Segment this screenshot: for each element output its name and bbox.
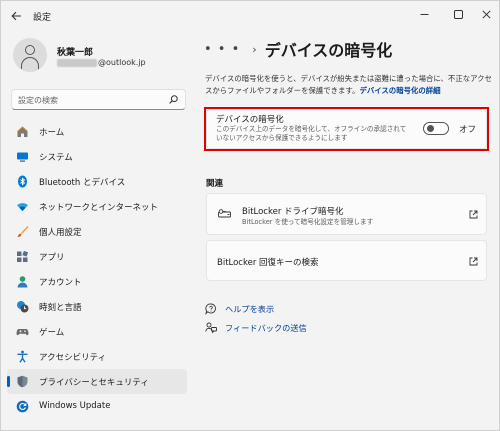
bitlocker-recovery-card[interactable]: BitLocker 回復キーの検索 — [206, 240, 487, 281]
sidebar-item-label: プライバシーとセキュリティ — [39, 378, 149, 388]
home-icon — [17, 126, 28, 137]
avatar-body-icon — [21, 57, 39, 69]
drive-key-icon — [218, 209, 231, 218]
user-email: @outlook.jp — [57, 58, 146, 67]
avatar[interactable] — [13, 38, 47, 72]
description-text: デバイスの暗号化を使うと、デバイスが紛失または盗難に遭った場合に、不正なアクセス… — [205, 74, 492, 95]
learn-more-link[interactable]: デバイスの暗号化の詳細 — [359, 86, 440, 95]
sidebar-item-windows-update[interactable]: Windows Update — [7, 394, 187, 419]
system-icon — [17, 152, 28, 162]
sidebar-item-time-language[interactable]: 時刻と言語 — [7, 294, 187, 319]
toggle-state-label: オフ — [459, 125, 477, 135]
sidebar-item-label: ネットワークとインターネット — [39, 203, 159, 213]
sidebar-item-label: 時刻と言語 — [39, 303, 82, 313]
sidebar-item-privacy-security[interactable]: プライバシーとセキュリティ — [7, 369, 187, 394]
back-button[interactable] — [7, 7, 25, 25]
maximize-icon — [453, 9, 463, 19]
sidebar-item-label: 個人用設定 — [39, 228, 82, 238]
recovery-card-title: BitLocker 回復キーの検索 — [217, 258, 319, 268]
feedback-icon — [205, 322, 217, 334]
avatar-head-icon — [25, 45, 35, 55]
related-section-label: 関連 — [206, 179, 224, 189]
breadcrumb: • • • › デバイスの暗号化 — [204, 37, 392, 61]
sidebar-item-accessibility[interactable]: アクセシビリティ — [7, 344, 187, 369]
brush-icon — [17, 226, 29, 237]
sidebar-item-label: Bluetooth とデバイス — [39, 178, 126, 188]
network-icon — [17, 203, 28, 211]
sidebar-item-gaming[interactable]: ゲーム — [7, 319, 187, 344]
time-language-icon — [17, 301, 29, 313]
sidebar-item-network[interactable]: ネットワークとインターネット — [7, 194, 187, 219]
sidebar-item-label: ホーム — [39, 128, 65, 138]
toggle-knob — [427, 125, 434, 132]
feedback-link-text[interactable]: フィードバックの送信 — [225, 322, 307, 334]
encryption-card-subtitle-2: いないアクセスから保護できるようにします — [216, 134, 348, 142]
maximize-button[interactable] — [445, 5, 471, 23]
bitlocker-card-title: BitLocker ドライブ暗号化 — [242, 207, 344, 217]
sidebar-item-label: Windows Update — [39, 401, 111, 411]
user-email-domain: @outlook.jp — [98, 58, 146, 67]
settings-window: 設定 秋葉一郎 @outlook.jp ホーム システム — [0, 0, 500, 431]
sidebar-item-label: アカウント — [39, 278, 82, 288]
close-icon — [481, 9, 491, 19]
breadcrumb-more-button[interactable]: • • • — [204, 42, 240, 57]
accessibility-icon — [17, 350, 28, 363]
search-icon[interactable] — [169, 95, 178, 104]
sidebar-item-system[interactable]: システム — [7, 144, 187, 169]
external-link-icon — [469, 210, 478, 219]
encryption-card-subtitle-1: このデバイス上のデータを暗号化して、オフラインの承認されて — [216, 125, 407, 133]
sidebar-item-home[interactable]: ホーム — [7, 119, 187, 144]
sidebar-item-accounts[interactable]: アカウント — [7, 269, 187, 294]
sidebar-item-apps[interactable]: アプリ — [7, 244, 187, 269]
sidebar-item-label: アクセシビリティ — [39, 353, 107, 363]
encryption-toggle[interactable] — [423, 122, 449, 135]
sidebar-item-label: アプリ — [39, 253, 65, 263]
sidebar-item-label: ゲーム — [39, 328, 65, 338]
sidebar-nav: ホーム システム Bluetooth とデバイス ネットワークとインターネット … — [7, 119, 187, 419]
page-title: デバイスの暗号化 — [264, 41, 393, 60]
search-box[interactable] — [11, 89, 186, 110]
close-button[interactable] — [473, 5, 499, 23]
apps-icon — [17, 250, 29, 262]
shield-icon — [17, 375, 28, 388]
bluetooth-icon — [18, 175, 27, 188]
sidebar-item-label: システム — [39, 153, 73, 163]
title-bar: 設定 — [1, 1, 499, 31]
bitlocker-card-subtitle: BitLocker を使って暗号化設定を管理します — [242, 218, 374, 226]
back-arrow-icon — [10, 11, 21, 21]
external-link-icon — [469, 257, 478, 266]
encryption-card-title: デバイスの暗号化 — [216, 115, 284, 125]
search-input[interactable] — [18, 94, 158, 106]
app-title: 設定 — [33, 13, 52, 23]
gaming-icon — [16, 329, 29, 336]
user-name: 秋葉一郎 — [57, 48, 94, 58]
email-redaction — [57, 58, 97, 67]
minimize-button[interactable] — [411, 5, 437, 23]
feedback-link[interactable]: フィードバックの送信 — [205, 321, 307, 335]
help-icon — [205, 303, 216, 315]
windows-update-icon — [16, 400, 29, 413]
bitlocker-card[interactable]: BitLocker ドライブ暗号化 BitLocker を使って暗号化設定を管理… — [206, 193, 487, 235]
sidebar-item-bluetooth[interactable]: Bluetooth とデバイス — [7, 169, 187, 194]
minimize-icon — [420, 13, 428, 15]
account-icon — [17, 276, 28, 288]
chevron-right-icon: › — [252, 42, 257, 56]
page-description: デバイスの暗号化を使うと、デバイスが紛失または盗難に遭った場合に、不正なアクセス… — [205, 73, 495, 97]
help-link-text[interactable]: ヘルプを表示 — [225, 303, 274, 315]
help-link[interactable]: ヘルプを表示 — [205, 302, 274, 316]
sidebar-item-personalization[interactable]: 個人用設定 — [7, 219, 187, 244]
